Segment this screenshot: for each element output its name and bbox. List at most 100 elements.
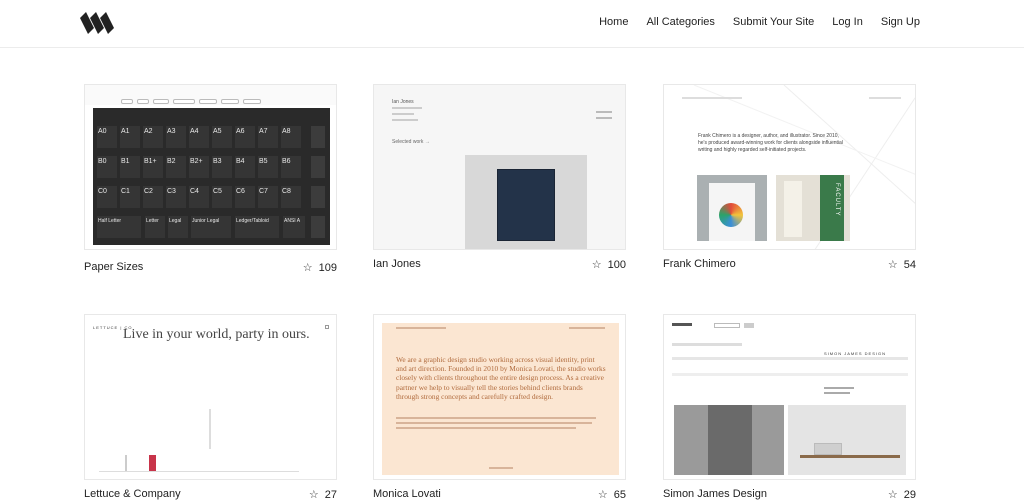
thumbnail-intro: We are a graphic design studio working a… [396, 355, 606, 401]
laptop [814, 443, 842, 455]
star-icon: ☆ [591, 259, 602, 271]
thumbnail-headline: Live in your world, party in ours. [123, 327, 310, 342]
poster [709, 183, 755, 241]
thumbnail-line [396, 422, 592, 424]
star-icon: ☆ [887, 259, 898, 271]
size-cell: C6 [235, 186, 255, 208]
thumbnail-small-text [396, 417, 606, 437]
site-title[interactable]: Monica Lovati [373, 488, 441, 500]
size-cell: Legal [168, 216, 188, 238]
thumbnail-line [596, 117, 612, 119]
star-count[interactable]: ☆ 54 [887, 258, 916, 272]
star-icon: ☆ [308, 489, 319, 501]
star-count[interactable]: ☆ 109 [302, 261, 337, 275]
site-title[interactable]: Frank Chimero [663, 258, 736, 270]
nav-home-link[interactable]: Home [599, 16, 628, 28]
thumbnail-logo [672, 323, 692, 326]
size-cell: C1 [120, 186, 140, 208]
size-cell: B5 [258, 156, 278, 178]
photo-subject [708, 405, 752, 475]
menu-icon [325, 325, 329, 329]
thumbnail-image [674, 405, 784, 475]
size-cell: C5 [212, 186, 232, 208]
nav-submit-site-link[interactable]: Submit Your Site [733, 16, 814, 28]
size-cell: Ledger/Tabloid [235, 216, 279, 238]
star-value: 65 [613, 488, 626, 501]
size-cell: B6 [281, 156, 301, 178]
logo-icon[interactable] [80, 12, 118, 34]
thumbnail-graphic [149, 455, 156, 471]
size-cell: C0 [97, 186, 117, 208]
size-cell: B1 [120, 156, 140, 178]
card-meta: Ian Jones ☆ 100 [373, 258, 626, 274]
book-cover [784, 181, 802, 237]
size-cell: Junior Legal [191, 216, 231, 238]
thumbnail-divider [99, 471, 299, 472]
thumbnail-nav [682, 97, 742, 99]
thumbnail-image [788, 405, 906, 475]
nav-all-categories-link[interactable]: All Categories [646, 16, 714, 28]
size-cell: A8 [281, 126, 301, 148]
star-icon: ☆ [302, 262, 313, 274]
size-cell: B4 [235, 156, 255, 178]
thumbnail-nav [672, 357, 908, 360]
site-thumbnail[interactable]: A0 A1 A2 A3 A4 A5 A6 A7 A8 B0 B1 B1+ B2 … [84, 84, 337, 250]
site-thumbnail[interactable]: We are a graphic design studio working a… [373, 314, 626, 480]
thumbnail-button [744, 323, 754, 328]
thumbnail-nav [672, 373, 908, 376]
card-meta: Frank Chimero ☆ 54 [663, 258, 916, 274]
thumbnail-line [824, 392, 850, 394]
star-value: 54 [903, 258, 916, 271]
thumbnail-nav [569, 327, 605, 329]
star-icon: ☆ [597, 489, 608, 501]
size-cell: A4 [189, 126, 209, 148]
size-cell: Letter [145, 216, 165, 238]
thumbnail-line [824, 387, 854, 389]
nav-log-in-link[interactable]: Log In [832, 16, 863, 28]
card-meta: Simon James Design ☆ 29 [663, 488, 916, 504]
site-thumbnail[interactable]: SIMON JAMES DESIGN [663, 314, 916, 480]
desk [800, 455, 900, 458]
star-icon: ☆ [887, 489, 898, 501]
thumbnail-nav [672, 343, 742, 346]
site-thumbnail[interactable]: Ian Jones Selected work → [373, 84, 626, 250]
star-value: 29 [903, 488, 916, 501]
size-cell: Half Letter [97, 216, 141, 238]
site-title[interactable]: Simon James Design [663, 488, 767, 500]
thumbnail-tab [153, 99, 169, 104]
nav-sign-up-link[interactable]: Sign Up [881, 16, 920, 28]
site-title[interactable]: Paper Sizes [84, 261, 143, 273]
size-cell: C3 [166, 186, 186, 208]
size-cell: A7 [258, 126, 278, 148]
site-thumbnail[interactable]: LETTUCE | CO Live in your world, party i… [84, 314, 337, 480]
size-cell: A2 [143, 126, 163, 148]
thumbnail-image [697, 175, 767, 241]
size-cell: A5 [212, 126, 232, 148]
size-cell: C4 [189, 186, 209, 208]
star-value: 109 [318, 261, 337, 274]
thumbnail-tab [121, 99, 133, 104]
star-count[interactable]: ☆ 65 [597, 488, 626, 502]
thumbnail-footer [489, 467, 513, 469]
site-title[interactable]: Lettuce & Company [84, 488, 181, 500]
card-meta: Paper Sizes ☆ 109 [84, 261, 337, 277]
thumbnail-image [465, 155, 587, 249]
site-thumbnail[interactable]: Frank Chimero is a designer, author, and… [663, 84, 916, 250]
star-value: 27 [324, 488, 337, 501]
thumbnail-tab [137, 99, 149, 104]
size-row-more [311, 126, 325, 148]
top-bar: Home All Categories Submit Your Site Log… [0, 0, 1024, 48]
size-cell: A3 [166, 126, 186, 148]
star-count[interactable]: ☆ 29 [887, 488, 916, 502]
star-count[interactable]: ☆ 27 [308, 488, 337, 502]
thumbnail-tab [243, 99, 261, 104]
thumbnail-name: Ian Jones [392, 99, 414, 105]
site-title[interactable]: Ian Jones [373, 258, 421, 270]
thumbnail-search [714, 323, 740, 328]
thumbnail-image: FACULTY [776, 175, 850, 241]
main-nav: Home All Categories Submit Your Site Log… [599, 16, 920, 28]
paper-size-table: A0 A1 A2 A3 A4 A5 A6 A7 A8 B0 B1 B1+ B2 … [93, 108, 330, 245]
size-cell: B2 [166, 156, 186, 178]
star-count[interactable]: ☆ 100 [591, 258, 626, 272]
thumbnail-brand: SIMON JAMES DESIGN [824, 351, 887, 356]
